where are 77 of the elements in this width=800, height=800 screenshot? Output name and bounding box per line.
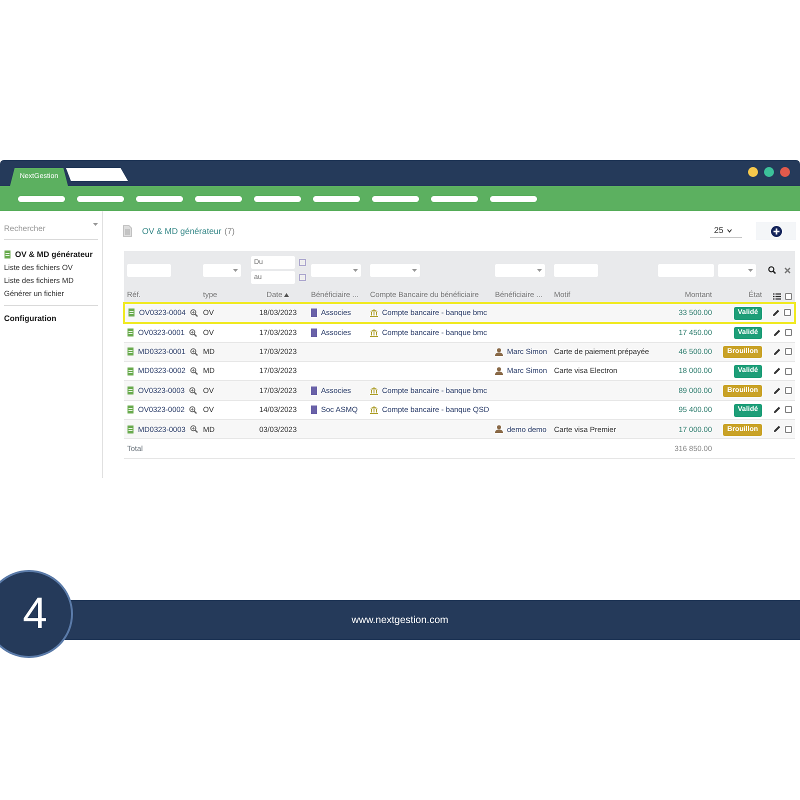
select-all-checkbox[interactable] xyxy=(785,293,792,300)
bank-icon xyxy=(370,406,378,414)
window-dot[interactable] xyxy=(748,167,758,177)
window-dot[interactable] xyxy=(764,167,774,177)
row-checkbox[interactable] xyxy=(785,426,792,433)
sidebar-heading[interactable]: Configuration xyxy=(4,305,98,325)
caret-icon xyxy=(748,268,753,272)
record-count: (7) xyxy=(224,224,235,238)
row-checkbox[interactable] xyxy=(785,348,792,356)
building-icon xyxy=(311,405,317,414)
pencil-icon[interactable] xyxy=(773,425,781,434)
pencil-icon[interactable] xyxy=(773,406,781,414)
pencil-icon[interactable] xyxy=(773,386,781,394)
window-dot[interactable] xyxy=(780,167,790,177)
zoom-icon[interactable] xyxy=(188,328,197,337)
add-button[interactable] xyxy=(756,222,796,240)
caret-icon xyxy=(412,268,417,272)
caret-icon xyxy=(93,223,98,226)
bank-icon xyxy=(370,308,378,317)
row-checkbox[interactable] xyxy=(785,329,792,336)
page-icon xyxy=(123,225,132,237)
zoom-icon[interactable] xyxy=(190,308,198,317)
document-icon xyxy=(4,250,11,259)
sort-icon xyxy=(284,293,290,298)
nav-item[interactable] xyxy=(254,196,301,202)
row-checkbox[interactable] xyxy=(785,406,792,414)
row-checkbox[interactable] xyxy=(784,309,791,316)
zoom-icon[interactable] xyxy=(190,367,198,376)
nav-item[interactable] xyxy=(313,196,360,202)
per-page-select[interactable]: 25 xyxy=(710,224,742,238)
pencil-icon[interactable] xyxy=(773,367,781,376)
zoom-icon[interactable] xyxy=(190,348,198,356)
close-icon[interactable] xyxy=(784,266,791,274)
nav-item[interactable] xyxy=(490,196,537,202)
page-title: OV & MD générateur xyxy=(142,224,222,238)
row-checkbox[interactable] xyxy=(785,387,792,394)
calendar-icon[interactable] xyxy=(299,274,306,281)
zoom-icon[interactable] xyxy=(188,386,197,394)
website-url: www.nextgestion.com xyxy=(352,614,448,628)
building-icon xyxy=(311,328,317,338)
chevron-icon xyxy=(727,228,732,232)
document-icon xyxy=(127,347,134,356)
building-icon xyxy=(311,386,317,395)
step-number: 4 xyxy=(0,570,73,658)
person-icon xyxy=(495,425,503,434)
zoom-icon[interactable] xyxy=(190,425,198,434)
blank-tab[interactable] xyxy=(66,168,128,181)
document-icon xyxy=(127,366,134,376)
building-icon xyxy=(311,308,317,318)
document-icon xyxy=(127,424,134,434)
bank-icon xyxy=(370,328,378,337)
document-icon xyxy=(127,328,134,338)
person-icon xyxy=(495,367,503,376)
row-checkbox[interactable] xyxy=(785,368,792,375)
nav-item[interactable] xyxy=(18,196,65,202)
search-icon[interactable] xyxy=(768,266,776,274)
pencil-icon[interactable] xyxy=(773,348,781,356)
caret-icon xyxy=(537,268,542,272)
bank-icon xyxy=(370,386,378,394)
nav-item[interactable] xyxy=(372,196,419,202)
nav-item[interactable] xyxy=(136,196,183,202)
nav-item[interactable] xyxy=(195,196,242,202)
caret-icon xyxy=(233,268,238,272)
document-icon xyxy=(128,308,135,318)
person-icon xyxy=(495,348,503,356)
nav-item[interactable] xyxy=(431,196,478,202)
document-icon xyxy=(127,386,134,395)
document-icon xyxy=(127,405,134,414)
nav-item[interactable] xyxy=(77,196,124,202)
pencil-icon[interactable] xyxy=(772,308,780,317)
zoom-icon[interactable] xyxy=(188,406,197,414)
plus-circle-icon xyxy=(770,226,782,236)
pencil-icon[interactable] xyxy=(773,328,781,337)
list-icon[interactable] xyxy=(773,293,781,300)
sidebar-section[interactable]: OV & MD générateur xyxy=(15,248,93,261)
caret-icon xyxy=(353,268,358,272)
calendar-icon[interactable] xyxy=(299,259,306,266)
